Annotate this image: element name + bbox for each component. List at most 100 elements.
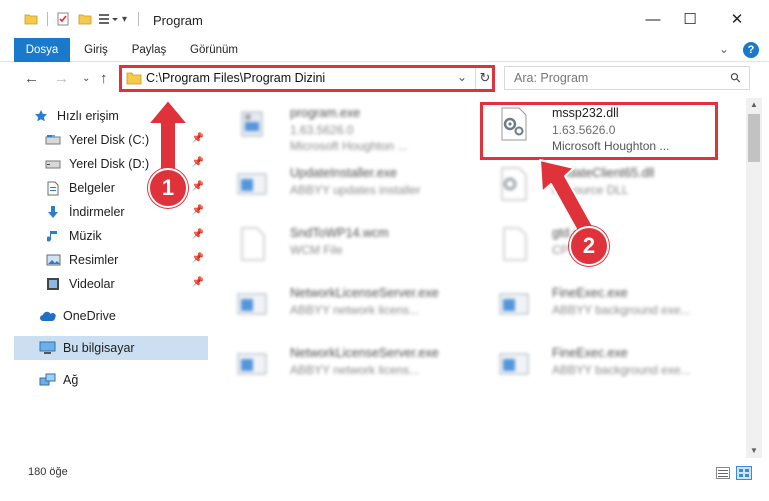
scrollbar-thumb[interactable] xyxy=(748,114,760,162)
search-icon[interactable]: ⚲ xyxy=(727,69,745,87)
file-item[interactable]: NetworkLicenseServer.exe ABBYY network l… xyxy=(220,338,460,390)
file-name: NetworkLicenseServer.exe xyxy=(290,286,439,300)
file-description: ABBYY network licens... xyxy=(290,303,420,317)
exe-icon xyxy=(237,173,267,195)
music-icon xyxy=(44,227,62,245)
videos-icon xyxy=(44,275,62,293)
address-bar[interactable]: C:\Program Files\Program Dizini ⌄ ↻ xyxy=(120,66,494,90)
customize-icon[interactable] xyxy=(98,12,120,26)
pin-icon[interactable]: 📌 xyxy=(192,157,204,168)
details-view-icon[interactable] xyxy=(716,467,730,479)
file-item[interactable]: SndToWP14.wcm WCM File xyxy=(220,218,460,270)
status-bar: 180 öğe xyxy=(0,464,769,501)
sidebar-item-label: Bu bilgisayar xyxy=(63,341,135,355)
file-name: NetworkLicenseServer.exe xyxy=(290,346,439,360)
sidebar-item-disk-c[interactable]: Yerel Disk (C:) 📌 xyxy=(44,128,208,152)
file-name: mssp232.dll xyxy=(552,106,619,120)
sidebar-item-quick-access[interactable]: Hızlı erişim xyxy=(32,104,208,128)
sidebar-item-downloads[interactable]: İndirmeler 📌 xyxy=(44,200,208,224)
scroll-up-icon[interactable]: ▲ xyxy=(746,98,762,112)
exe-icon xyxy=(241,111,263,137)
folder-icon[interactable] xyxy=(24,12,38,26)
file-item[interactable]: NetworkLicenseServer.exe ABBYY network l… xyxy=(220,278,460,330)
tab-view[interactable]: Görünüm xyxy=(184,38,244,62)
sidebar-item-label: Ağ xyxy=(63,373,79,387)
vertical-scrollbar[interactable]: ▲ ▼ xyxy=(746,98,762,458)
search-input[interactable]: Ara: Program ⚲ xyxy=(504,66,750,90)
ribbon-tabs: Dosya Giriş Paylaş Görünüm ⌄ ? xyxy=(0,38,769,90)
window-title: Program xyxy=(153,13,203,28)
sidebar-item-onedrive[interactable]: OneDrive xyxy=(38,304,208,328)
file-name: FineExec.exe xyxy=(552,286,628,300)
file-description: Resource DLL xyxy=(552,183,629,197)
file-version: 1.63.5626.0 xyxy=(290,123,354,137)
file-company: Microsoft Houghton ... xyxy=(552,139,670,153)
sidebar-item-music[interactable]: Müzik 📌 xyxy=(44,224,208,248)
file-company: Microsoft Houghton ... xyxy=(290,139,408,153)
sidebar-item-label: Belgeler xyxy=(69,181,115,195)
file-item[interactable]: UpdateInstaller.exe ABBYY updates instal… xyxy=(220,158,460,210)
forward-button[interactable]: → xyxy=(54,70,69,87)
address-dropdown-icon[interactable]: ⌄ xyxy=(457,70,467,84)
sidebar-item-label: OneDrive xyxy=(63,309,116,323)
pin-icon[interactable]: 📌 xyxy=(192,229,204,240)
sidebar-item-pictures[interactable]: Resimler 📌 xyxy=(44,248,208,272)
file-description: ABBYY background exe... xyxy=(552,303,691,317)
sidebar-item-network[interactable]: Ağ xyxy=(38,368,208,392)
address-path[interactable]: C:\Program Files\Program Dizini xyxy=(146,71,325,85)
file-item[interactable]: FineExec.exe ABBYY background exe... xyxy=(482,338,722,390)
scroll-down-icon[interactable]: ▼ xyxy=(746,444,762,458)
callout-1: 1 xyxy=(148,168,188,208)
sidebar-item-label: İndirmeler xyxy=(69,205,125,219)
search-placeholder: Ara: Program xyxy=(514,71,589,85)
file-item[interactable]: UpdateClient65.dll Resource DLL xyxy=(482,158,722,210)
file-description: ABBYY network licens... xyxy=(290,363,420,377)
tab-home[interactable]: Giriş xyxy=(76,38,116,62)
cloud-icon xyxy=(38,307,56,325)
new-folder-icon[interactable] xyxy=(78,12,92,26)
sidebar-item-this-pc[interactable]: Bu bilgisayar xyxy=(14,336,208,360)
divider xyxy=(131,12,140,26)
computer-icon xyxy=(38,339,56,357)
callout-2: 2 xyxy=(569,226,609,266)
file-item-mssp232[interactable]: mssp232.dll 1.63.5626.0 Microsoft Hought… xyxy=(482,98,722,153)
sidebar-item-label: Yerel Disk (C:) xyxy=(69,133,150,147)
file-description: ABBYY background exe... xyxy=(552,363,691,377)
pictures-icon xyxy=(44,251,62,269)
sidebar-item-label: Yerel Disk (D:) xyxy=(69,157,150,171)
file-name: FineExec.exe xyxy=(552,346,628,360)
dll-gear-icon xyxy=(501,167,527,201)
file-item[interactable]: program.exe 1.63.5626.0 Microsoft Hought… xyxy=(220,98,460,153)
recent-locations-icon[interactable]: ⌄ xyxy=(82,73,90,84)
navigation-pane: Hızlı erişim Yerel Disk (C:) 📌 Yerel Dis… xyxy=(14,104,208,464)
pin-icon[interactable]: 📌 xyxy=(192,133,204,144)
sidebar-item-videos[interactable]: Videolar 📌 xyxy=(44,272,208,296)
file-name: UpdateClient65.dll xyxy=(552,166,655,180)
tab-share[interactable]: Paylaş xyxy=(126,38,172,62)
sidebar-item-disk-d[interactable]: Yerel Disk (D:) 📌 xyxy=(44,152,208,176)
exe-icon xyxy=(237,293,267,315)
pin-icon[interactable]: 📌 xyxy=(192,181,204,192)
tiles-view-icon[interactable] xyxy=(736,466,752,480)
file-name: SndToWP14.wcm xyxy=(290,226,389,240)
refresh-button[interactable]: ↻ xyxy=(475,67,494,89)
up-button[interactable]: ↑ xyxy=(100,70,108,87)
help-icon[interactable]: ? xyxy=(743,42,759,58)
back-button[interactable]: ← xyxy=(24,70,39,87)
title-bar: ▾ Program — ☐ ✕ xyxy=(0,0,769,38)
pin-icon[interactable]: 📌 xyxy=(192,205,204,216)
documents-icon xyxy=(44,179,62,197)
properties-icon[interactable] xyxy=(56,12,70,26)
file-item[interactable]: FineExec.exe ABBYY background exe... xyxy=(482,278,722,330)
network-icon xyxy=(38,371,56,389)
close-button[interactable]: ✕ xyxy=(714,0,760,38)
file-icon xyxy=(503,227,527,261)
file-description: WCM File xyxy=(290,243,343,257)
maximize-button[interactable]: ☐ xyxy=(667,0,713,38)
pin-icon[interactable]: 📌 xyxy=(192,253,204,264)
star-icon xyxy=(32,107,50,125)
qa-dropdown-icon[interactable]: ▾ xyxy=(122,14,127,25)
chevron-down-icon[interactable]: ⌄ xyxy=(716,38,732,62)
file-name: UpdateInstaller.exe xyxy=(290,166,398,180)
pin-icon[interactable]: 📌 xyxy=(192,277,204,288)
